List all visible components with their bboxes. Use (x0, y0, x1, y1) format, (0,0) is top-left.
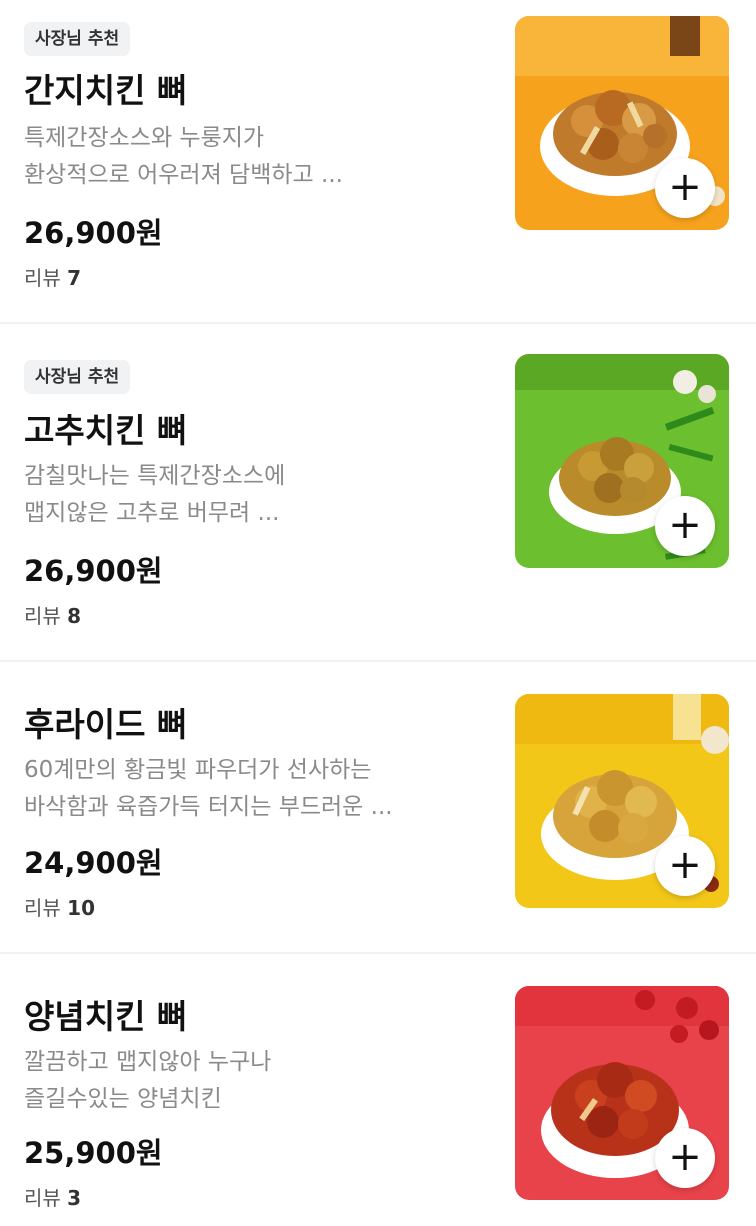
description-line: 특제간장소스와 누룽지가 (24, 125, 265, 151)
owner-recommend-badge: 사장님 추천 (24, 360, 131, 394)
menu-item-description: 감칠맛나는 특제간장소스에 맵지않은 고추로 버무려 ... (24, 458, 444, 532)
review-label: 리뷰 (24, 1186, 61, 1210)
menu-item-image[interactable]: + (515, 354, 729, 568)
menu-item-price: 26,900원 (24, 216, 163, 250)
menu-item-description: 깔끔하고 맵지않아 누구나 즐길수있는 양념치킨 (24, 1044, 444, 1118)
menu-item[interactable]: 사장님 추천 고추치킨 뼈 감칠맛나는 특제간장소스에 맵지않은 고추로 버무려… (0, 324, 756, 662)
review-label: 리뷰 (24, 266, 61, 290)
description-line: 60계만의 황금빛 파우더가 선사하는 (24, 757, 372, 783)
description-line: 깔끔하고 맵지않아 누구나 (24, 1049, 272, 1075)
plus-icon: + (668, 841, 702, 888)
owner-recommend-badge: 사장님 추천 (24, 22, 131, 56)
description-line: 감칠맛나는 특제간장소스에 (24, 463, 286, 489)
description-line: 환상적으로 어우러져 담백하고 ... (24, 162, 343, 188)
menu-item-name: 간지치킨 뼈 (24, 71, 188, 110)
menu-item-image[interactable]: + (515, 986, 729, 1200)
menu-item[interactable]: 후라이드 뼈 60계만의 황금빛 파우더가 선사하는 바삭함과 육즙가득 터지는… (0, 662, 756, 954)
menu-item[interactable]: 사장님 추천 간지치킨 뼈 특제간장소스와 누룽지가 환상적으로 어우러져 담백… (0, 0, 756, 324)
review-count: 리뷰 3 (24, 1182, 81, 1211)
menu-item-name: 양념치킨 뼈 (24, 997, 188, 1036)
menu-item-name: 후라이드 뼈 (24, 705, 188, 744)
plus-icon: + (668, 501, 702, 548)
menu-item-price: 25,900원 (24, 1136, 163, 1170)
menu-item[interactable]: 양념치킨 뼈 깔끔하고 맵지않아 누구나 즐길수있는 양념치킨 25,900원 … (0, 954, 756, 1226)
review-count: 리뷰 8 (24, 600, 81, 629)
add-to-cart-button[interactable]: + (655, 496, 715, 556)
review-count: 리뷰 7 (24, 262, 81, 291)
menu-item-price: 26,900원 (24, 554, 163, 588)
review-count: 리뷰 10 (24, 892, 95, 921)
review-number: 3 (67, 1186, 82, 1210)
add-to-cart-button[interactable]: + (655, 836, 715, 896)
menu-item-image[interactable]: + (515, 16, 729, 230)
menu-item-description: 60계만의 황금빛 파우더가 선사하는 바삭함과 육즙가득 터지는 부드러운 .… (24, 752, 444, 826)
plus-icon: + (668, 163, 702, 210)
review-number: 7 (67, 266, 82, 290)
review-number: 10 (67, 896, 96, 920)
review-number: 8 (67, 604, 82, 628)
menu-list: 사장님 추천 간지치킨 뼈 특제간장소스와 누룽지가 환상적으로 어우러져 담백… (0, 0, 756, 1226)
review-label: 리뷰 (24, 604, 61, 628)
plus-icon: + (668, 1133, 702, 1180)
review-label: 리뷰 (24, 896, 61, 920)
add-to-cart-button[interactable]: + (655, 1128, 715, 1188)
menu-item-price: 24,900원 (24, 846, 163, 880)
menu-item-image[interactable]: + (515, 694, 729, 908)
description-line: 바삭함과 육즙가득 터지는 부드러운 ... (24, 794, 393, 820)
description-line: 맵지않은 고추로 버무려 ... (24, 500, 280, 526)
description-line: 즐길수있는 양념치킨 (24, 1086, 222, 1112)
add-to-cart-button[interactable]: + (655, 158, 715, 218)
menu-item-name: 고추치킨 뼈 (24, 411, 188, 450)
menu-item-description: 특제간장소스와 누룽지가 환상적으로 어우러져 담백하고 ... (24, 120, 444, 194)
